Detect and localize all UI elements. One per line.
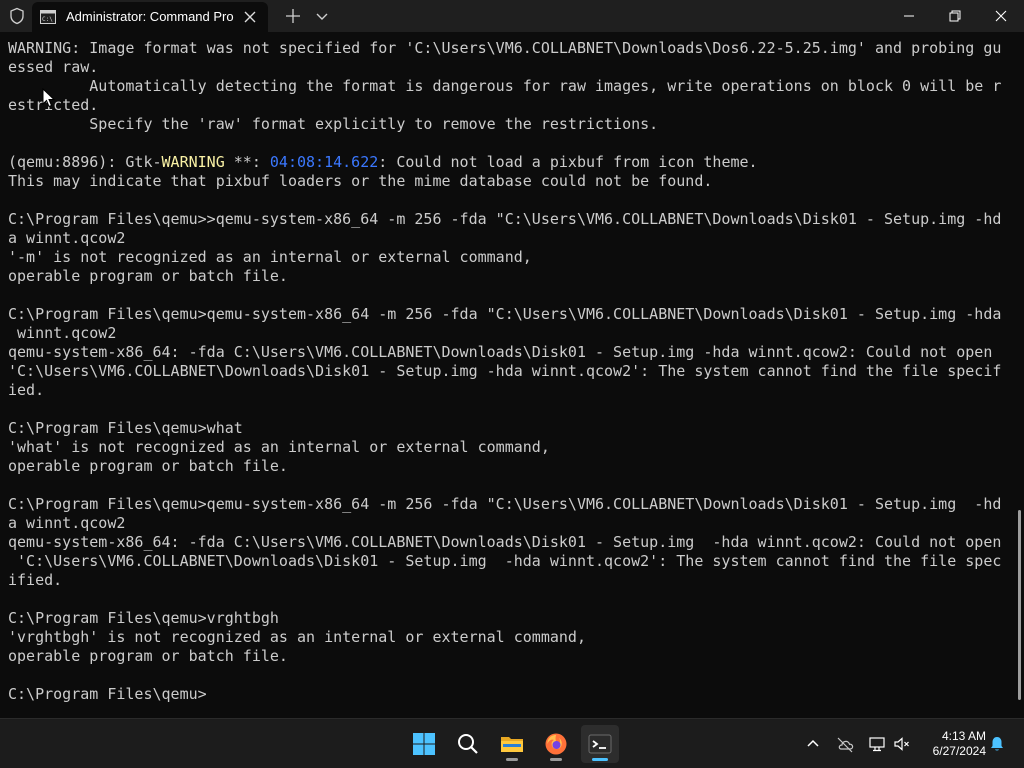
scrollbar[interactable] [1016,32,1024,718]
volume-muted-icon[interactable] [893,735,911,753]
output-block-2: : Could not load a pixbuf from icon them… [8,153,1002,703]
minimize-icon[interactable] [886,0,932,32]
warning-timestamp: 04:08:14.622 [269,153,379,171]
close-window-icon[interactable] [978,0,1024,32]
search-icon [458,734,478,754]
terminal-icon [588,734,612,754]
new-tab-icon[interactable] [282,5,304,27]
notification-bell-icon[interactable] [988,735,1006,753]
command-prompt-icon: C:\ [40,10,56,24]
warning-separator: **: [224,153,270,171]
tab-command-prompt[interactable]: C:\ Administrator: Command Pro [32,2,268,32]
clock-date: 6/27/2024 [932,744,986,758]
gtk-warning-label: WARNING [161,153,225,171]
close-tab-icon[interactable] [240,7,260,27]
start-button[interactable] [405,725,443,763]
clock-time: 4:13 AM [941,729,986,743]
tab-title: Administrator: Command Pro [66,9,234,24]
terminal-output-area[interactable]: WARNING: Image format was not specified … [0,32,1016,718]
title-bar: C:\ Administrator: Command Pro [0,0,1024,32]
firefox-icon [545,733,567,755]
shield-icon[interactable] [8,7,26,25]
search-button[interactable] [449,725,487,763]
chevron-up-icon[interactable] [804,735,822,753]
svg-text:C:\: C:\ [42,16,53,23]
running-indicator [506,758,518,761]
output-block-1: WARNING: Image format was not specified … [8,39,1002,171]
running-indicator [550,758,562,761]
scrollbar-thumb[interactable] [1018,510,1021,700]
taskbar: 4:13 AM 6/27/2024 [0,718,1024,768]
firefox-button[interactable] [537,725,575,763]
start-icon [413,733,435,755]
restore-icon[interactable] [932,0,978,32]
cloud-offline-icon[interactable] [836,735,854,753]
system-clock[interactable]: 4:13 AM 6/27/2024 [916,729,986,759]
active-indicator [592,758,608,761]
terminal-button[interactable] [581,725,619,763]
file-explorer-icon [501,737,523,752]
network-icon[interactable] [868,735,886,753]
file-explorer-button[interactable] [493,725,531,763]
mouse-cursor-icon [42,88,56,108]
terminal-text: WARNING: Image format was not specified … [8,39,1001,704]
chevron-down-icon[interactable] [313,6,331,26]
